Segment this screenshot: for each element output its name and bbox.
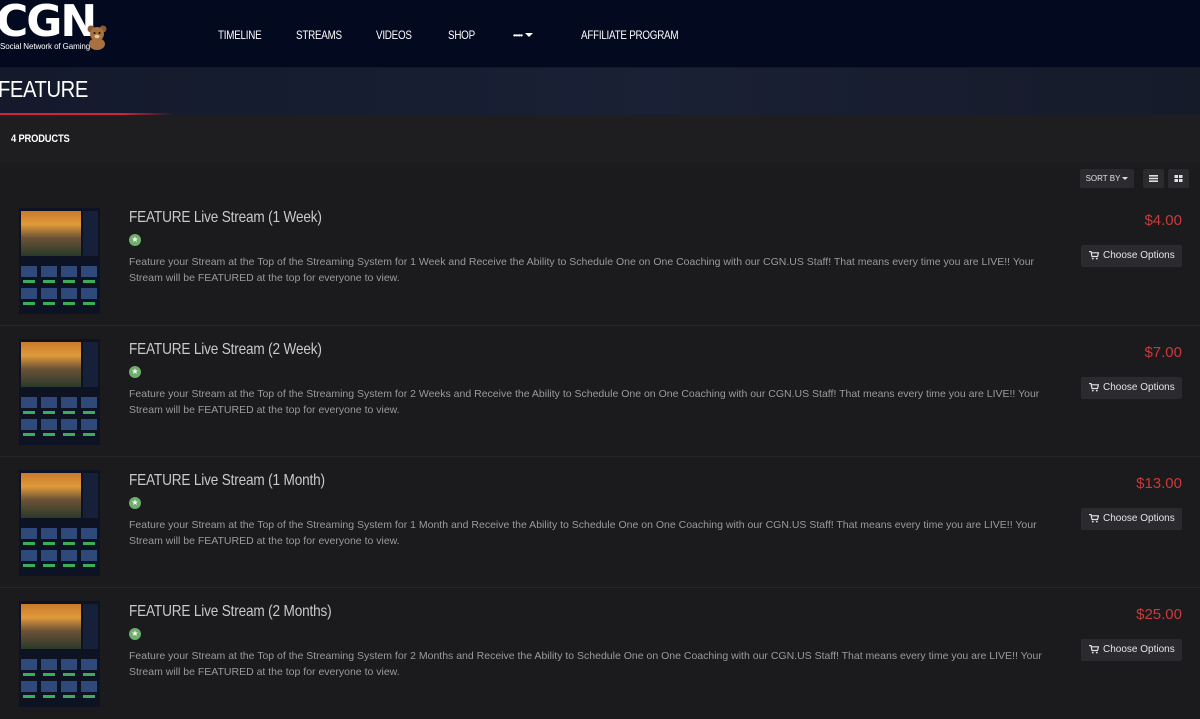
product-price: $4.00	[1144, 212, 1182, 229]
choose-options-label: Choose Options	[1103, 513, 1175, 524]
product-description: Feature your Stream at the Top of the St…	[129, 388, 1040, 416]
product-title[interactable]: FEATURE Live Stream (1 Week)	[129, 209, 322, 227]
sort-by-label: SORT BY	[1085, 174, 1121, 183]
products-count-bar: 4 PRODUCTS	[0, 115, 1200, 163]
page-title-band: FEATURE	[0, 68, 1200, 115]
product-price: $25.00	[1136, 606, 1182, 623]
chevron-down-icon	[1122, 177, 1129, 181]
choose-options-label: Choose Options	[1103, 382, 1175, 393]
choose-options-button[interactable]: Choose Options	[1081, 245, 1182, 267]
star-badge-icon: ★	[129, 234, 141, 246]
cart-icon	[1089, 514, 1099, 523]
nav-timeline[interactable]: TIMELINE	[218, 28, 262, 42]
star-badge-icon: ★	[129, 628, 141, 640]
product-title[interactable]: FEATURE Live Stream (2 Week)	[129, 341, 322, 359]
logo-tagline: Social Network of Gaming	[0, 42, 91, 51]
product-price: $7.00	[1144, 344, 1182, 361]
grid-view-icon	[1174, 175, 1183, 182]
product-description: Feature your Stream at the Top of the St…	[129, 650, 1042, 678]
product-item: FEATURE Live Stream (2 Week) ★ Feature y…	[0, 325, 1200, 456]
sort-by-button[interactable]: SORT BY	[1080, 169, 1134, 188]
list-view-icon	[1149, 175, 1158, 182]
product-count: 4 PRODUCTS	[11, 133, 70, 145]
cart-icon	[1089, 645, 1099, 654]
top-navbar: CGN Social Network of Gaming TIMELINE ST…	[0, 0, 1200, 68]
grid-view-button[interactable]	[1168, 169, 1189, 188]
product-item: FEATURE Live Stream (2 Months) ★ Feature…	[0, 587, 1200, 719]
star-badge-icon: ★	[129, 497, 141, 509]
product-thumbnail[interactable]	[19, 208, 100, 314]
nav-streams[interactable]: STREAMS	[296, 28, 342, 42]
cart-icon	[1089, 383, 1099, 392]
product-price: $13.00	[1136, 475, 1182, 492]
nav-shop[interactable]: SHOP	[448, 28, 475, 42]
teddy-bear-icon	[87, 25, 107, 50]
product-thumbnail[interactable]	[19, 601, 100, 707]
star-badge-icon: ★	[129, 366, 141, 378]
logo-text: CGN	[0, 0, 97, 47]
choose-options-button[interactable]: Choose Options	[1081, 639, 1182, 661]
nav-videos[interactable]: VIDEOS	[376, 28, 412, 42]
choose-options-button[interactable]: Choose Options	[1081, 377, 1182, 399]
page-title: FEATURE	[0, 76, 88, 102]
choose-options-button[interactable]: Choose Options	[1081, 508, 1182, 530]
choose-options-label: Choose Options	[1103, 250, 1175, 261]
choose-options-label: Choose Options	[1103, 644, 1175, 655]
product-description: Feature your Stream at the Top of the St…	[129, 256, 1035, 284]
product-description: Feature your Stream at the Top of the St…	[129, 519, 1037, 547]
chevron-down-icon	[525, 32, 534, 37]
nav-more-dropdown[interactable]: •••••	[513, 27, 534, 41]
nav-affiliate-program[interactable]: AFFILIATE PROGRAM	[581, 28, 679, 42]
list-view-button[interactable]	[1143, 169, 1164, 188]
product-thumbnail[interactable]	[19, 339, 100, 445]
nav-more-label: •••••	[513, 31, 523, 40]
product-thumbnail[interactable]	[19, 470, 100, 576]
product-item: FEATURE Live Stream (1 Month) ★ Feature …	[0, 456, 1200, 587]
product-title[interactable]: FEATURE Live Stream (2 Months)	[129, 603, 332, 621]
cart-icon	[1089, 251, 1099, 260]
product-title[interactable]: FEATURE Live Stream (1 Month)	[129, 472, 325, 490]
product-item: FEATURE Live Stream (1 Week) ★ Feature y…	[0, 194, 1200, 324]
cgn-logo[interactable]: CGN Social Network of Gaming	[0, 0, 110, 54]
